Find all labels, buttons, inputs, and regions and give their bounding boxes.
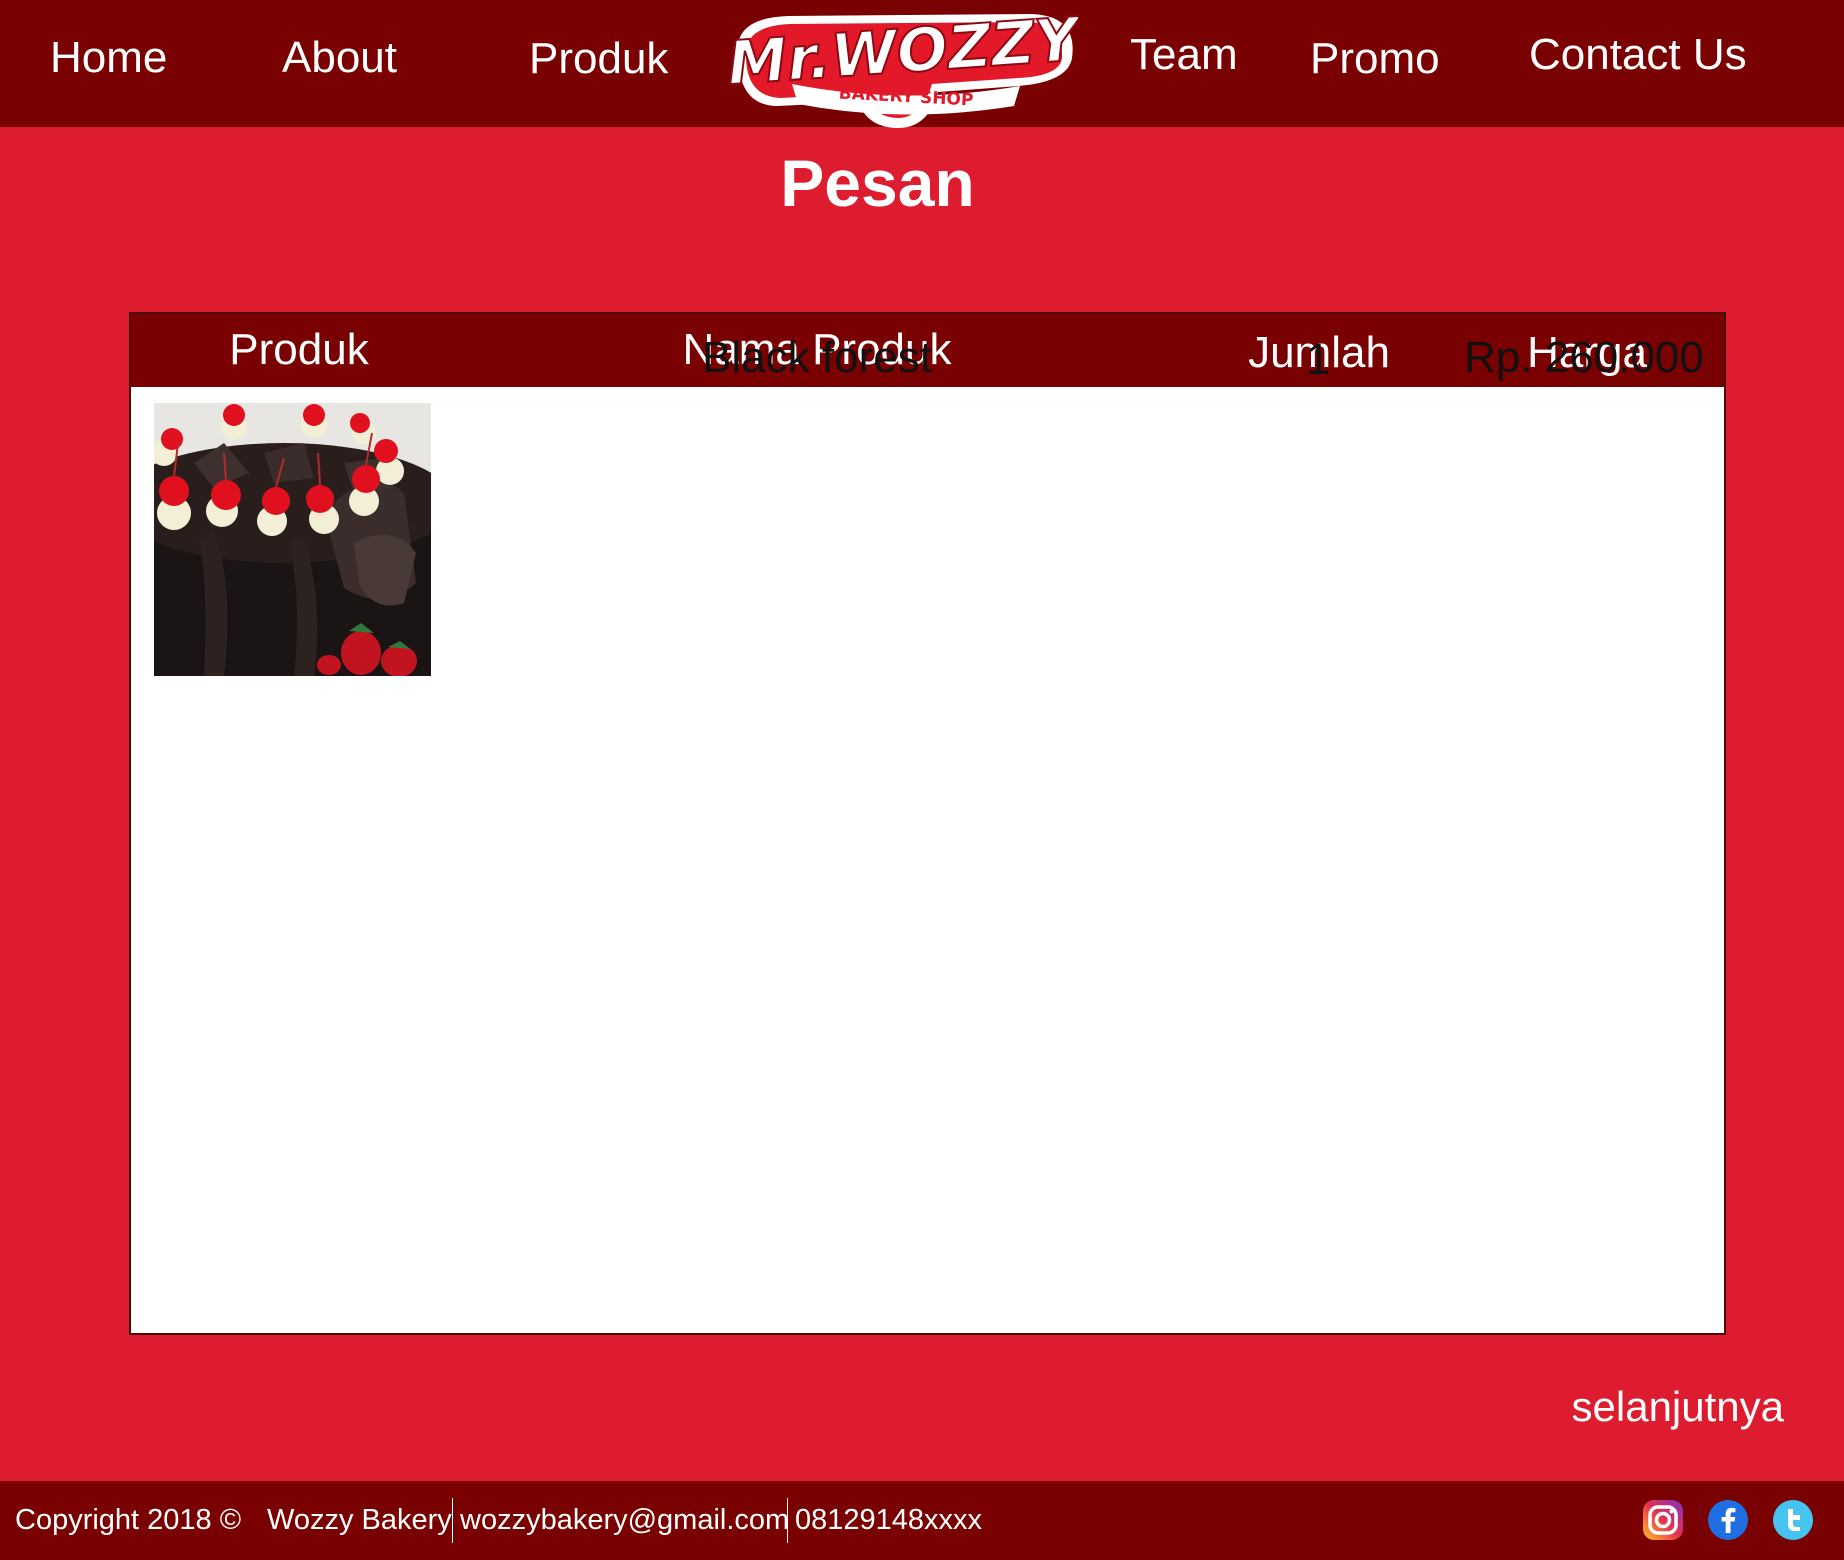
product-price: Rp. 260.000 [1464, 333, 1704, 382]
product-name: Black forest [702, 333, 932, 382]
product-image-black-forest[interactable] [154, 403, 431, 676]
footer-copyright: Copyright 2018 © [15, 1504, 242, 1536]
twitter-icon[interactable] [1772, 1499, 1814, 1541]
footer-phone: 08129148xxxx [795, 1504, 983, 1536]
page-title: Pesan [780, 146, 975, 220]
nav-team-link[interactable]: Team [1130, 33, 1238, 77]
nav-about-link[interactable]: About [282, 36, 397, 80]
nav-produk-link[interactable]: Produk [529, 37, 668, 81]
nav-contact-link[interactable]: Contact Us [1529, 33, 1747, 77]
footer-divider [452, 1498, 453, 1543]
navbar: Home About Produk Mr.WOZZY BAKERY SHOP T… [0, 0, 1844, 130]
next-link[interactable]: selanjutnya [1572, 1382, 1784, 1432]
facebook-icon[interactable] [1707, 1499, 1749, 1541]
product-qty: 1 [1305, 335, 1331, 384]
brand-logo[interactable]: Mr.WOZZY BAKERY SHOP [724, 3, 1087, 130]
instagram-icon[interactable] [1642, 1499, 1684, 1541]
order-table: Produk Nama Produk Jumlah Harga Black fo… [129, 312, 1726, 1335]
footer: Copyright 2018 © Wozzy Bakery wozzybaker… [0, 1481, 1844, 1560]
footer-company: Wozzy Bakery [267, 1504, 452, 1536]
footer-divider [787, 1498, 788, 1543]
footer-email[interactable]: wozzybakery@gmail.com [460, 1503, 789, 1538]
nav-promo-link[interactable]: Promo [1310, 37, 1440, 81]
nav-home-link[interactable]: Home [50, 36, 167, 80]
header-produk: Produk [229, 325, 369, 374]
